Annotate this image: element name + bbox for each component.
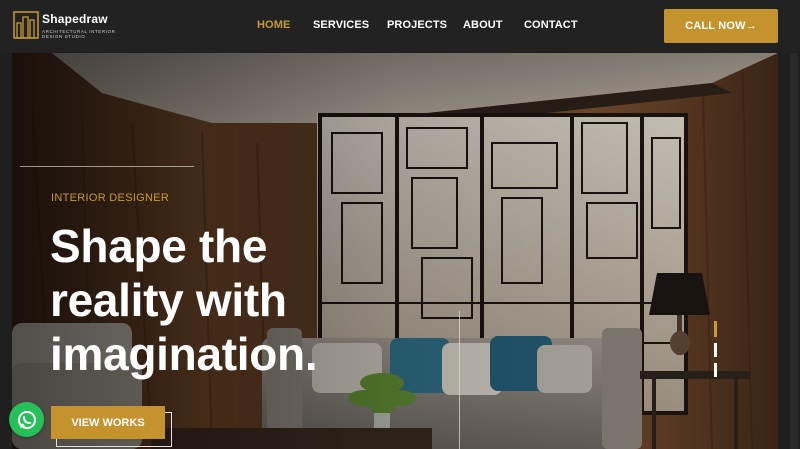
nav-item-home[interactable]: HOME xyxy=(257,19,290,31)
hero-headline: Shape the reality with imagination. xyxy=(50,219,410,381)
nav-item-contact[interactable]: CONTACT xyxy=(524,19,578,31)
hero-section: INTERIOR DESIGNER Shape the reality with… xyxy=(12,53,778,449)
brand-tagline: Architectural Interior Design Studio xyxy=(42,29,116,39)
nav-item-about[interactable]: ABOUT xyxy=(463,19,503,31)
headline-line: Shape the xyxy=(50,220,268,272)
headline-line: imagination. xyxy=(50,328,318,380)
site-header: Shapedraw Architectural Interior Design … xyxy=(0,0,800,52)
hero-eyebrow: INTERIOR DESIGNER xyxy=(51,192,170,204)
decorative-line xyxy=(459,311,460,449)
whatsapp-button[interactable] xyxy=(9,402,44,437)
call-now-button[interactable]: CALL NOW→ xyxy=(664,9,778,43)
slider-indicator[interactable] xyxy=(714,321,718,393)
building-logo-icon xyxy=(13,11,39,39)
nav-item-services[interactable]: SERVICES xyxy=(313,19,369,31)
whatsapp-icon xyxy=(17,410,36,429)
nav-item-projects[interactable]: PROJECTS xyxy=(387,19,447,31)
headline-line: reality with xyxy=(50,274,287,326)
view-works-button[interactable]: VIEW WORKS xyxy=(51,406,165,439)
page-scrollbar[interactable] xyxy=(790,53,798,449)
brand-logo[interactable]: Shapedraw Architectural Interior Design … xyxy=(13,11,123,41)
brand-name: Shapedraw xyxy=(42,12,108,26)
decorative-line xyxy=(20,166,194,167)
